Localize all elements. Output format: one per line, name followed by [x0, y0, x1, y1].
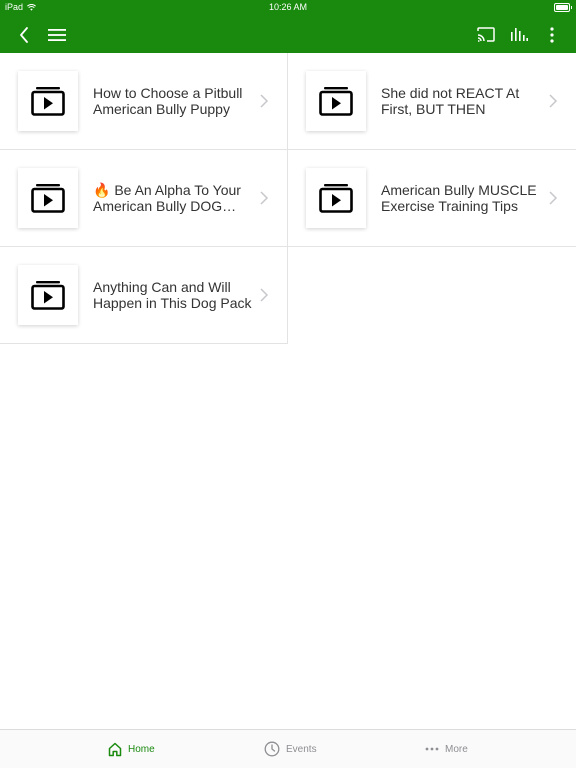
hamburger-menu-icon — [48, 28, 66, 41]
status-time: 10:26 AM — [268, 2, 308, 12]
home-icon — [108, 742, 122, 756]
video-item[interactable]: She did not REACT At First, BUT THEN — [288, 53, 576, 150]
video-thumbnail — [18, 71, 78, 131]
video-title: 🔥 Be An Alpha To Your American Bully DOG… — [93, 182, 241, 214]
video-item[interactable]: American Bully MUSCLE Exercise Training … — [288, 150, 576, 247]
video-title: Anything Can and Will Happen in This Dog… — [93, 279, 252, 311]
video-play-icon — [319, 87, 353, 116]
vertical-dots-icon — [550, 26, 554, 43]
horizontal-dots-icon — [425, 747, 439, 751]
video-play-icon — [31, 281, 65, 310]
video-play-icon — [319, 184, 353, 213]
tab-home[interactable]: Home — [108, 730, 155, 768]
chevron-right-icon — [260, 288, 269, 302]
tab-more[interactable]: More — [425, 730, 468, 768]
chevron-right-icon — [549, 94, 558, 108]
clock-icon — [264, 741, 280, 757]
video-item[interactable]: How to Choose a Pitbull American Bully P… — [0, 53, 288, 150]
video-item[interactable]: Anything Can and Will Happen in This Dog… — [0, 247, 288, 344]
video-play-icon — [31, 87, 65, 116]
back-button[interactable] — [8, 16, 40, 53]
video-thumbnail — [18, 168, 78, 228]
menu-button[interactable] — [41, 16, 73, 53]
video-item[interactable]: 🔥 Be An Alpha To Your American Bully DOG… — [0, 150, 288, 247]
chevron-right-icon — [260, 191, 269, 205]
tab-home-label: Home — [128, 743, 155, 755]
video-title: She did not REACT At First, BUT THEN — [381, 85, 520, 117]
equalizer-icon — [511, 28, 528, 41]
top-toolbar — [0, 16, 576, 53]
video-thumbnail — [18, 265, 78, 325]
cast-button[interactable] — [470, 16, 502, 53]
video-thumbnail — [306, 168, 366, 228]
chevron-right-icon — [549, 191, 558, 205]
tab-events-label: Events — [286, 743, 317, 755]
video-thumbnail — [306, 71, 366, 131]
audio-button[interactable] — [503, 16, 535, 53]
more-options-button[interactable] — [536, 16, 568, 53]
battery-icon — [554, 3, 572, 12]
tab-more-label: More — [445, 743, 468, 755]
video-title: American Bully MUSCLE Exercise Training … — [381, 182, 537, 214]
video-play-icon — [31, 184, 65, 213]
status-bar: iPad 10:26 AM — [0, 0, 576, 16]
cast-icon — [477, 27, 495, 42]
chevron-left-icon — [20, 26, 28, 43]
tab-events[interactable]: Events — [264, 730, 317, 768]
video-title: How to Choose a Pitbull American Bully P… — [93, 85, 243, 117]
chevron-right-icon — [260, 94, 269, 108]
bottom-tab-bar: Home Events More — [0, 729, 576, 768]
